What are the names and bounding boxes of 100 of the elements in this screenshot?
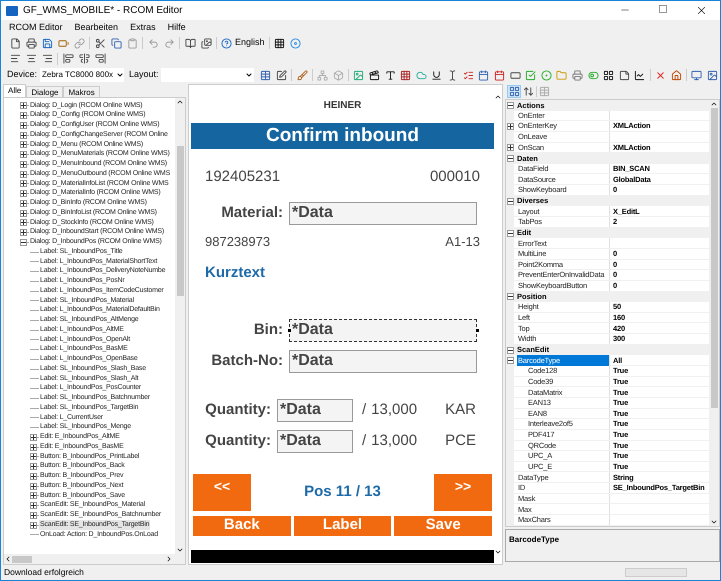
language-label[interactable]: English [235, 36, 265, 50]
help-icon[interactable] [221, 38, 232, 48]
expand-icon[interactable] [20, 102, 27, 110]
battery-icon[interactable] [58, 38, 68, 48]
collapse-icon[interactable] [506, 198, 514, 205]
categorized-icon[interactable] [508, 86, 520, 97]
toggle-icon[interactable] [588, 70, 599, 80]
expand-icon[interactable] [30, 434, 37, 441]
page-icon[interactable] [10, 38, 20, 48]
panel-tab[interactable]: Dialoge [26, 86, 64, 97]
align-middle-icon[interactable] [78, 53, 90, 64]
table-icon[interactable] [260, 70, 272, 80]
home-icon[interactable] [670, 70, 682, 80]
expand-icon[interactable] [20, 219, 27, 226]
expand-icon[interactable] [20, 160, 27, 168]
collapse-icon[interactable] [506, 346, 514, 354]
sort-icon[interactable] [523, 86, 534, 97]
expand-icon[interactable] [30, 444, 37, 451]
expand-icon[interactable] [20, 190, 27, 198]
expand-icon[interactable] [30, 463, 37, 470]
panel-tab[interactable]: Alle [3, 84, 26, 97]
align-center-icon[interactable] [26, 53, 36, 64]
cut-icon[interactable] [94, 38, 106, 48]
align-top-icon[interactable] [62, 53, 74, 64]
collapse-icon[interactable] [506, 230, 514, 236]
grid-icon[interactable] [400, 70, 412, 80]
scroll-left-icon[interactable] [4, 555, 12, 563]
collapse-icon[interactable] [506, 155, 514, 162]
expand-icon[interactable] [30, 512, 37, 519]
scroll-right-icon[interactable] [165, 555, 173, 563]
image-icon[interactable] [353, 70, 364, 80]
collapse-icon[interactable] [506, 102, 514, 109]
scroll-down-icon[interactable] [176, 546, 184, 554]
save-icon[interactable] [42, 38, 52, 48]
expand-icon[interactable] [30, 502, 37, 510]
underline-icon[interactable] [431, 70, 442, 80]
align-bottom-icon[interactable] [94, 53, 106, 64]
expand-icon[interactable] [20, 180, 27, 188]
menu-item[interactable]: RCOM Editor [4, 20, 68, 34]
input-field[interactable]: *Data [289, 350, 477, 372]
printer-icon[interactable] [572, 70, 583, 80]
grid-icon[interactable] [603, 70, 614, 80]
images-icon[interactable] [200, 38, 212, 48]
expand-icon[interactable] [20, 141, 27, 148]
expand-icon[interactable] [30, 522, 37, 529]
input-field[interactable]: *Data [277, 398, 353, 422]
delete-icon[interactable] [654, 70, 666, 80]
collapse-icon[interactable] [506, 293, 514, 300]
grid-icon[interactable] [274, 38, 286, 48]
disc-icon[interactable] [290, 38, 302, 48]
text-icon[interactable] [384, 70, 396, 80]
device-dropdown[interactable]: Zebra TC8000 800x [40, 68, 124, 82]
align-left-icon[interactable] [10, 53, 20, 64]
collapse-icon[interactable] [506, 356, 514, 364]
edit-icon[interactable] [276, 70, 288, 80]
chart-icon[interactable] [634, 70, 646, 80]
expand-icon[interactable] [30, 453, 37, 460]
expand-icon[interactable] [20, 122, 27, 129]
expand-icon[interactable] [20, 132, 27, 139]
collapse-icon[interactable] [20, 238, 27, 246]
monitor-icon[interactable] [691, 70, 702, 80]
calendar-icon[interactable] [478, 70, 490, 80]
expand-icon[interactable] [506, 144, 514, 151]
clipboard-icon[interactable] [126, 38, 138, 48]
expand-icon[interactable] [506, 122, 514, 130]
expand-icon[interactable] [30, 482, 37, 490]
panel-tab[interactable]: Makros [63, 86, 100, 97]
cloud-icon[interactable] [416, 70, 427, 80]
copy-icon[interactable] [110, 38, 122, 48]
expand-icon[interactable] [20, 170, 27, 178]
expand-icon[interactable] [30, 472, 37, 480]
image-icon[interactable] [706, 70, 718, 80]
scroll-down-icon[interactable] [710, 518, 718, 526]
input-field[interactable]: *Data [277, 430, 353, 452]
input-field[interactable]: *Data [289, 202, 477, 224]
expand-icon[interactable] [20, 112, 27, 120]
align-right-icon[interactable] [42, 53, 52, 64]
menu-item[interactable]: Extras [125, 20, 161, 34]
expand-icon[interactable] [30, 492, 37, 500]
expand-icon[interactable] [20, 229, 27, 236]
expand-icon[interactable] [20, 210, 27, 217]
scroll-up-icon[interactable] [494, 93, 502, 101]
menu-item[interactable]: Bearbeiten [70, 20, 124, 34]
button-shape-icon[interactable] [510, 70, 521, 80]
page-icon[interactable] [618, 70, 630, 80]
book-icon[interactable] [184, 38, 196, 48]
checkbox-icon[interactable] [525, 70, 536, 80]
printer-icon[interactable] [26, 38, 36, 48]
expand-icon[interactable] [20, 200, 27, 207]
list-icon[interactable] [462, 70, 474, 80]
scroll-up-icon[interactable] [710, 100, 718, 108]
clapperboard-icon[interactable] [369, 70, 380, 80]
brush-icon[interactable] [296, 70, 308, 80]
menu-item[interactable]: Hilfe [162, 20, 191, 34]
expand-icon[interactable] [20, 151, 27, 158]
input-field[interactable]: *Data [289, 318, 477, 342]
maximize-icon[interactable] [658, 4, 668, 14]
scroll-down-icon[interactable] [494, 548, 502, 556]
calendar-icon[interactable] [494, 70, 505, 80]
radio-icon[interactable] [540, 70, 552, 80]
